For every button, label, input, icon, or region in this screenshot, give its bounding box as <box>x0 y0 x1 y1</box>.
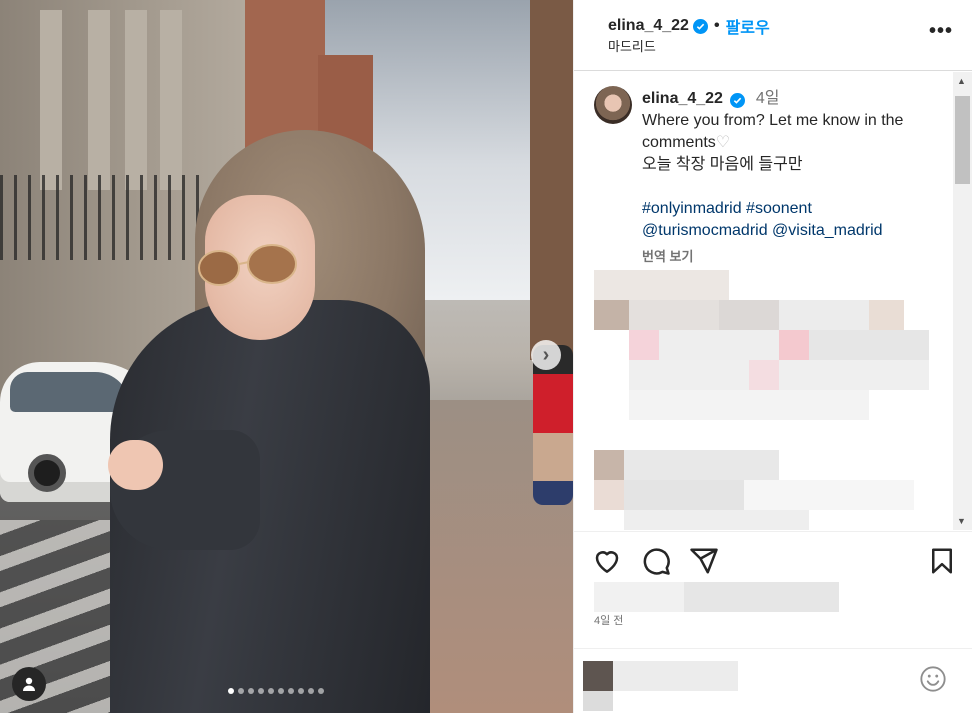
translate-button[interactable]: 번역 보기 <box>642 246 942 268</box>
more-options-icon[interactable]: ••• <box>929 20 953 43</box>
location-link[interactable]: 마드리드 <box>608 36 656 55</box>
column <box>160 10 182 190</box>
balcony <box>0 175 200 260</box>
carousel-dots <box>228 688 324 694</box>
comment-icon[interactable] <box>641 546 671 576</box>
posted-time[interactable]: 4일 전 <box>594 612 623 628</box>
column <box>125 10 147 190</box>
user-tag-icon <box>23 677 35 691</box>
carousel-dot <box>268 688 274 694</box>
scroll-thumb[interactable] <box>955 96 970 184</box>
carousel-dot <box>318 688 324 694</box>
column <box>40 10 62 190</box>
caption-text-line2: 오늘 착장 마음에 들구만 <box>642 156 803 173</box>
post-header: elina_4_22 • 팔로우 마드리드 ••• <box>574 0 972 71</box>
pedestrian <box>533 345 573 505</box>
header-user-row: elina_4_22 • 팔로우 <box>608 14 770 38</box>
caption-heart: ♡ <box>715 134 731 151</box>
taxi-wheel <box>28 454 66 492</box>
user-tag-button[interactable] <box>12 667 46 701</box>
header-username[interactable]: elina_4_22 <box>608 17 689 35</box>
add-comment-box[interactable] <box>574 648 972 713</box>
caption-mentions[interactable]: @turismocmadrid @visita_madrid <box>642 222 883 239</box>
follow-button[interactable]: 팔로우 <box>726 14 770 38</box>
comments-area[interactable]: elina_4_22 4일 Where you from? Let me kno… <box>574 72 954 530</box>
taxi-window <box>10 372 130 412</box>
comments-scrollbar[interactable]: ▲ ▼ <box>953 72 972 530</box>
sunglasses <box>198 244 297 286</box>
emoji-icon[interactable] <box>919 665 947 693</box>
column <box>88 10 110 190</box>
caption-body: elina_4_22 4일 Where you from? Let me kno… <box>642 88 942 268</box>
carousel-dot <box>298 688 304 694</box>
avatar[interactable] <box>594 86 632 124</box>
carousel-dot <box>228 688 234 694</box>
header-separator: • <box>713 17 720 34</box>
carousel-dot <box>288 688 294 694</box>
scroll-up-icon[interactable]: ▲ <box>957 76 966 86</box>
verified-badge-icon <box>692 18 708 34</box>
bookmark-icon[interactable] <box>927 546 957 576</box>
verified-badge-icon <box>730 93 746 108</box>
building-right <box>530 0 573 360</box>
post-photo[interactable]: › <box>0 0 573 713</box>
caption-username[interactable]: elina_4_22 <box>642 90 723 107</box>
woman-hand <box>108 440 163 490</box>
caption-hashtags[interactable]: #onlyinmadrid #soonent <box>642 200 812 217</box>
carousel-dot <box>248 688 254 694</box>
share-icon[interactable] <box>689 546 719 576</box>
scroll-down-icon[interactable]: ▼ <box>957 516 966 526</box>
next-slide-button[interactable]: › <box>531 340 561 370</box>
heart-icon[interactable] <box>592 546 622 576</box>
caption-time[interactable]: 4일 <box>756 90 780 107</box>
carousel-dot <box>238 688 244 694</box>
post-side-panel: elina_4_22 • 팔로우 마드리드 ••• elina_4_22 4일 … <box>573 0 972 713</box>
carousel-dot <box>278 688 284 694</box>
chevron-right-icon: › <box>542 343 550 366</box>
carousel-dot <box>258 688 264 694</box>
caption-text-line1: Where you from? Let me know in the comme… <box>642 112 904 151</box>
carousel-dot <box>308 688 314 694</box>
